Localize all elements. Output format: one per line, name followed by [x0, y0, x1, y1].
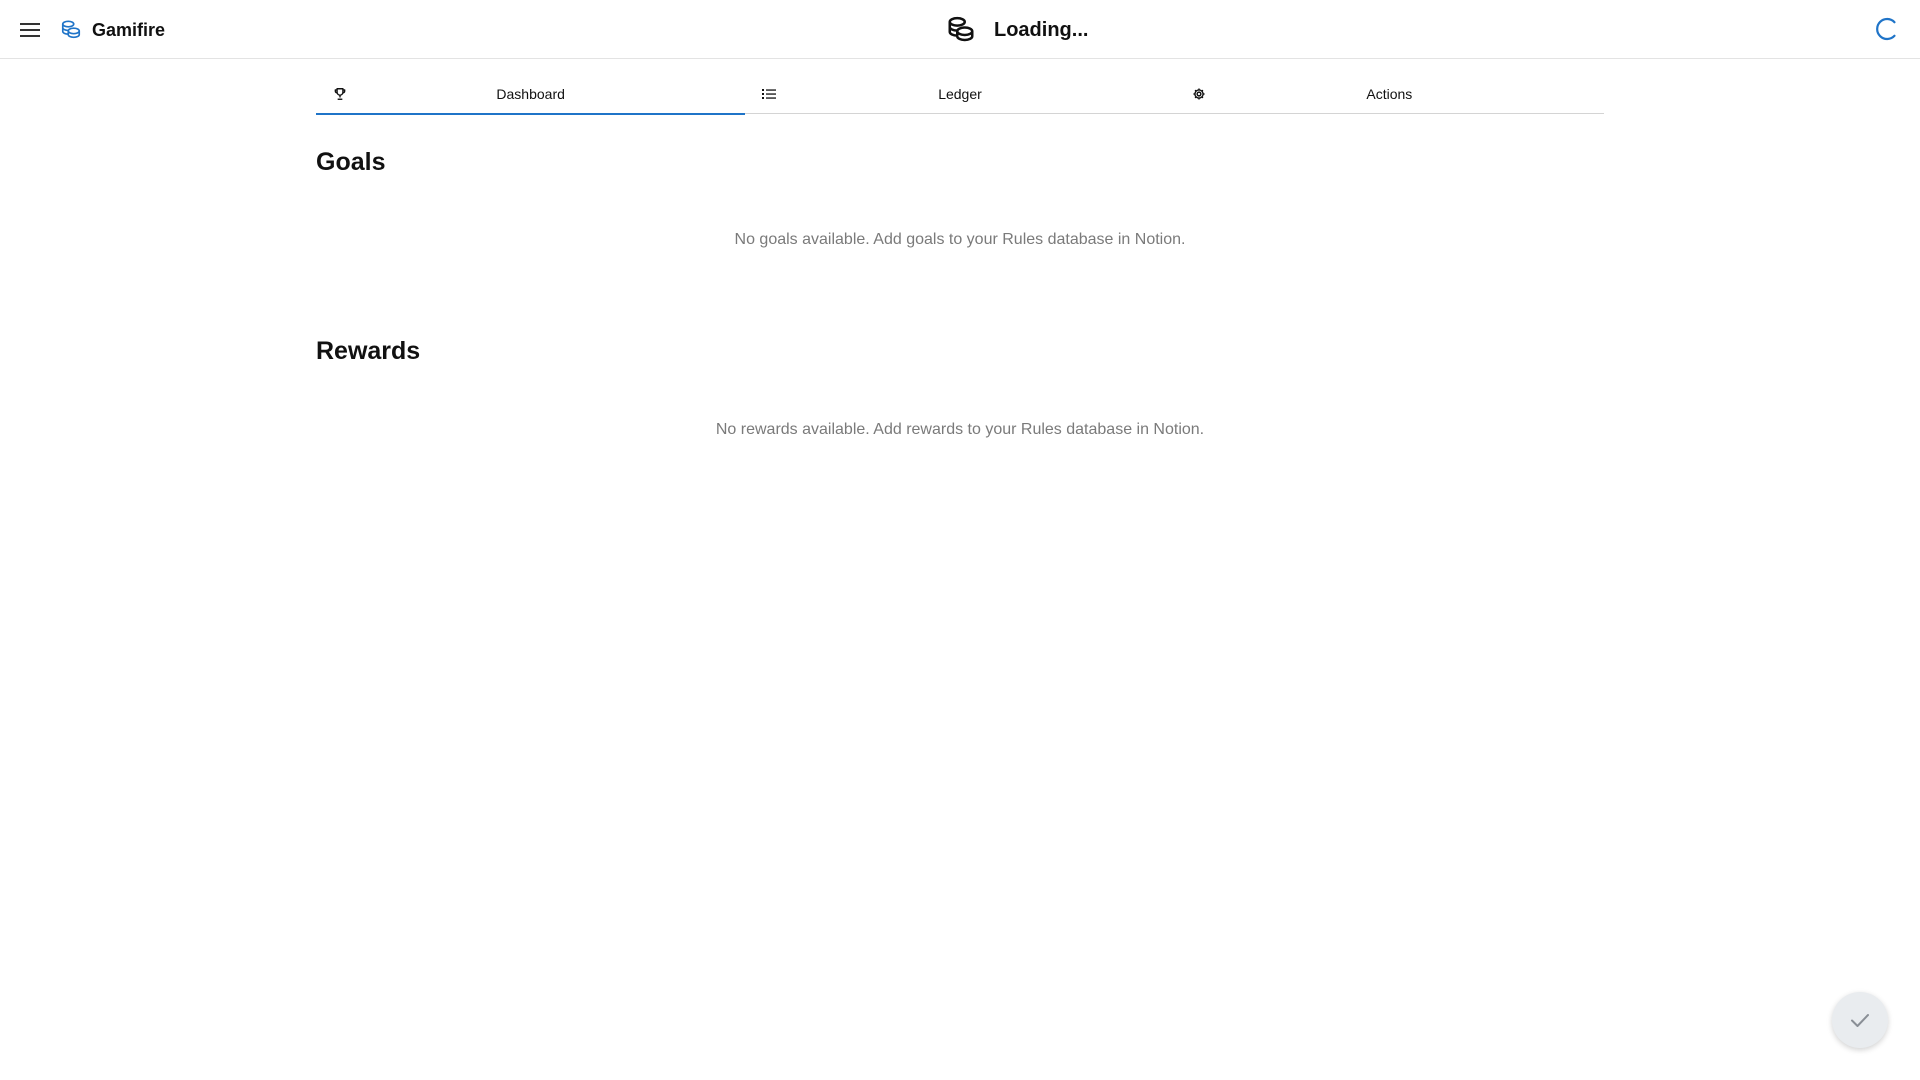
- tab-dashboard[interactable]: Dashboard: [316, 74, 746, 115]
- hamburger-menu-icon: [20, 23, 40, 37]
- tab-bar: Dashboard Ledger Actions: [316, 74, 1604, 115]
- page-title: Loading...: [994, 18, 1089, 41]
- list-icon: [761, 86, 777, 102]
- check-icon: [1851, 1014, 1869, 1027]
- gear-icon: [1191, 86, 1207, 102]
- loading-spinner: [1874, 16, 1900, 42]
- tab-label: Actions: [1366, 86, 1413, 102]
- app-header: Gamifire Loading...: [0, 0, 1920, 59]
- goals-heading: Goals: [316, 148, 386, 176]
- coins-logo-icon: [61, 20, 81, 39]
- tab-label: Ledger: [938, 86, 982, 102]
- tab-ledger[interactable]: Ledger: [745, 74, 1174, 114]
- header-status: Loading...: [946, 12, 1088, 48]
- rewards-empty-message: No rewards available. Add rewards to you…: [715, 421, 1205, 438]
- goals-empty-message: No goals available. Add goals to your Ru…: [734, 231, 1186, 248]
- coins-icon: [948, 16, 974, 42]
- tab-label: Dashboard: [496, 86, 565, 102]
- menu-button[interactable]: [14, 14, 46, 46]
- brand-name: Gamifire: [92, 19, 166, 40]
- tab-actions[interactable]: Actions: [1175, 74, 1604, 114]
- rewards-heading: Rewards: [316, 337, 421, 365]
- confirm-fab-button[interactable]: [1832, 992, 1888, 1048]
- brand[interactable]: Gamifire: [60, 15, 165, 45]
- spinner-icon: [1876, 17, 1896, 41]
- trophy-icon: [332, 86, 348, 102]
